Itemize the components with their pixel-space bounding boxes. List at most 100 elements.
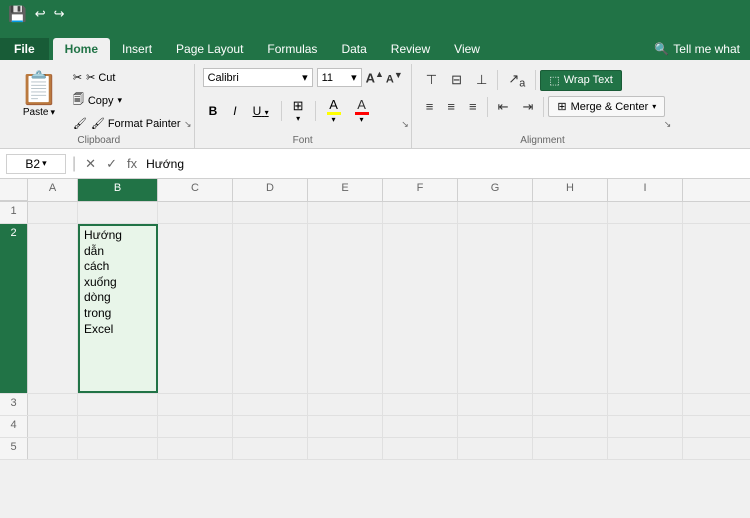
cell-i5[interactable]	[608, 438, 683, 459]
bold-button[interactable]: B	[203, 101, 224, 121]
cell-e2[interactable]	[308, 224, 383, 393]
underline-button[interactable]: U ▾	[247, 101, 275, 121]
cell-i4[interactable]	[608, 416, 683, 437]
col-header-c[interactable]: C	[158, 179, 233, 201]
col-header-f[interactable]: F	[383, 179, 458, 201]
tab-file[interactable]: File	[0, 38, 49, 60]
cell-g4[interactable]	[458, 416, 533, 437]
italic-button[interactable]: I	[227, 101, 242, 121]
cell-g1[interactable]	[458, 202, 533, 223]
col-header-d[interactable]: D	[233, 179, 308, 201]
copy-button[interactable]: 🗐 Copy ▾	[68, 88, 186, 113]
cell-h1[interactable]	[533, 202, 608, 223]
formula-input[interactable]: Hướng	[146, 157, 744, 171]
orientation-button[interactable]: ↗a	[502, 68, 531, 93]
wrap-text-button[interactable]: ⬚ Wrap Text	[540, 70, 622, 91]
bottom-align-button[interactable]: ⊥	[470, 69, 493, 91]
cell-a4[interactable]	[28, 416, 78, 437]
clipboard-expand-icon[interactable]: ↘	[184, 119, 192, 130]
border-button[interactable]: ⊞ ▾	[288, 95, 309, 126]
cell-f1[interactable]	[383, 202, 458, 223]
cell-g3[interactable]	[458, 394, 533, 415]
tab-insert[interactable]: Insert	[110, 38, 164, 60]
tell-me[interactable]: 🔍 Tell me what	[654, 42, 750, 60]
cell-d5[interactable]	[233, 438, 308, 459]
cell-d4[interactable]	[233, 416, 308, 437]
cell-i1[interactable]	[608, 202, 683, 223]
tab-home[interactable]: Home	[53, 38, 110, 60]
cell-a1[interactable]	[28, 202, 78, 223]
font-color-button[interactable]: A ▾	[350, 94, 374, 127]
decrease-indent-button[interactable]: ⇤	[492, 96, 515, 118]
tab-view[interactable]: View	[442, 38, 492, 60]
cell-c5[interactable]	[158, 438, 233, 459]
cell-f2[interactable]	[383, 224, 458, 393]
redo-icon[interactable]: ↪	[54, 6, 65, 22]
font-shrink-button[interactable]: A▼	[386, 70, 403, 86]
alignment-expand-icon[interactable]: ↘	[664, 119, 672, 130]
format-painter-button[interactable]: 🖌 🖌 Format Painter	[68, 114, 186, 133]
col-header-a[interactable]: A	[28, 179, 78, 201]
cell-c4[interactable]	[158, 416, 233, 437]
cell-c1[interactable]	[158, 202, 233, 223]
cell-h4[interactable]	[533, 416, 608, 437]
tab-review[interactable]: Review	[379, 38, 442, 60]
top-align-button[interactable]: ⊤	[420, 69, 443, 91]
cell-d1[interactable]	[233, 202, 308, 223]
tab-formulas[interactable]: Formulas	[255, 38, 329, 60]
cell-f5[interactable]	[383, 438, 458, 459]
cell-d3[interactable]	[233, 394, 308, 415]
cell-c3[interactable]	[158, 394, 233, 415]
font-expand-icon[interactable]: ↘	[401, 119, 409, 130]
cell-b1[interactable]	[78, 202, 158, 223]
cell-h3[interactable]	[533, 394, 608, 415]
col-header-h[interactable]: H	[533, 179, 608, 201]
cell-g2[interactable]	[458, 224, 533, 393]
center-align-button[interactable]: ≡	[441, 96, 461, 117]
cell-a2[interactable]	[28, 224, 78, 393]
middle-align-button[interactable]: ⊟	[445, 69, 468, 91]
cell-a5[interactable]	[28, 438, 78, 459]
select-all-button[interactable]	[0, 179, 28, 201]
cell-d2[interactable]	[233, 224, 308, 393]
col-header-e[interactable]: E	[308, 179, 383, 201]
cell-g5[interactable]	[458, 438, 533, 459]
undo-icon[interactable]: ↩	[35, 6, 46, 22]
cut-button[interactable]: ✂ ✂ Cut	[68, 68, 186, 87]
right-align-button[interactable]: ≡	[463, 96, 483, 117]
col-header-b[interactable]: B	[78, 179, 158, 201]
font-grow-button[interactable]: A▲	[366, 69, 384, 85]
cell-h5[interactable]	[533, 438, 608, 459]
cell-a3[interactable]	[28, 394, 78, 415]
tab-page-layout[interactable]: Page Layout	[164, 38, 255, 60]
cell-h2[interactable]	[533, 224, 608, 393]
cell-e1[interactable]	[308, 202, 383, 223]
cell-f4[interactable]	[383, 416, 458, 437]
tab-data[interactable]: Data	[329, 38, 378, 60]
save-icon[interactable]: 💾	[8, 5, 27, 23]
cell-c2[interactable]	[158, 224, 233, 393]
cell-e3[interactable]	[308, 394, 383, 415]
cell-i3[interactable]	[608, 394, 683, 415]
cell-reference-box[interactable]: B2 ▾	[6, 154, 66, 174]
cell-i2[interactable]	[608, 224, 683, 393]
font-name-select[interactable]: Calibri ▾	[203, 68, 313, 87]
col-header-i[interactable]: I	[608, 179, 683, 201]
font-size-select[interactable]: 11 ▾	[317, 68, 362, 87]
fill-color-button[interactable]: A ▾	[322, 94, 346, 127]
merge-center-button[interactable]: ⊞ Merge & Center ▾	[548, 96, 665, 117]
cell-b4[interactable]	[78, 416, 158, 437]
cell-e5[interactable]	[308, 438, 383, 459]
paste-button[interactable]: 📋 Paste ▾	[12, 64, 66, 123]
confirm-button[interactable]: ✓	[103, 155, 120, 173]
left-align-button[interactable]: ≡	[420, 96, 440, 117]
cell-e4[interactable]	[308, 416, 383, 437]
cell-f3[interactable]	[383, 394, 458, 415]
cell-b2[interactable]: Hướng dẫn cách xuống dòng trong Excel	[78, 224, 158, 393]
cancel-button[interactable]: ✕	[82, 155, 99, 173]
cell-b5[interactable]	[78, 438, 158, 459]
cell-b3[interactable]	[78, 394, 158, 415]
increase-indent-button[interactable]: ⇥	[516, 96, 539, 118]
col-header-g[interactable]: G	[458, 179, 533, 201]
fx-button[interactable]: fx	[124, 155, 140, 173]
